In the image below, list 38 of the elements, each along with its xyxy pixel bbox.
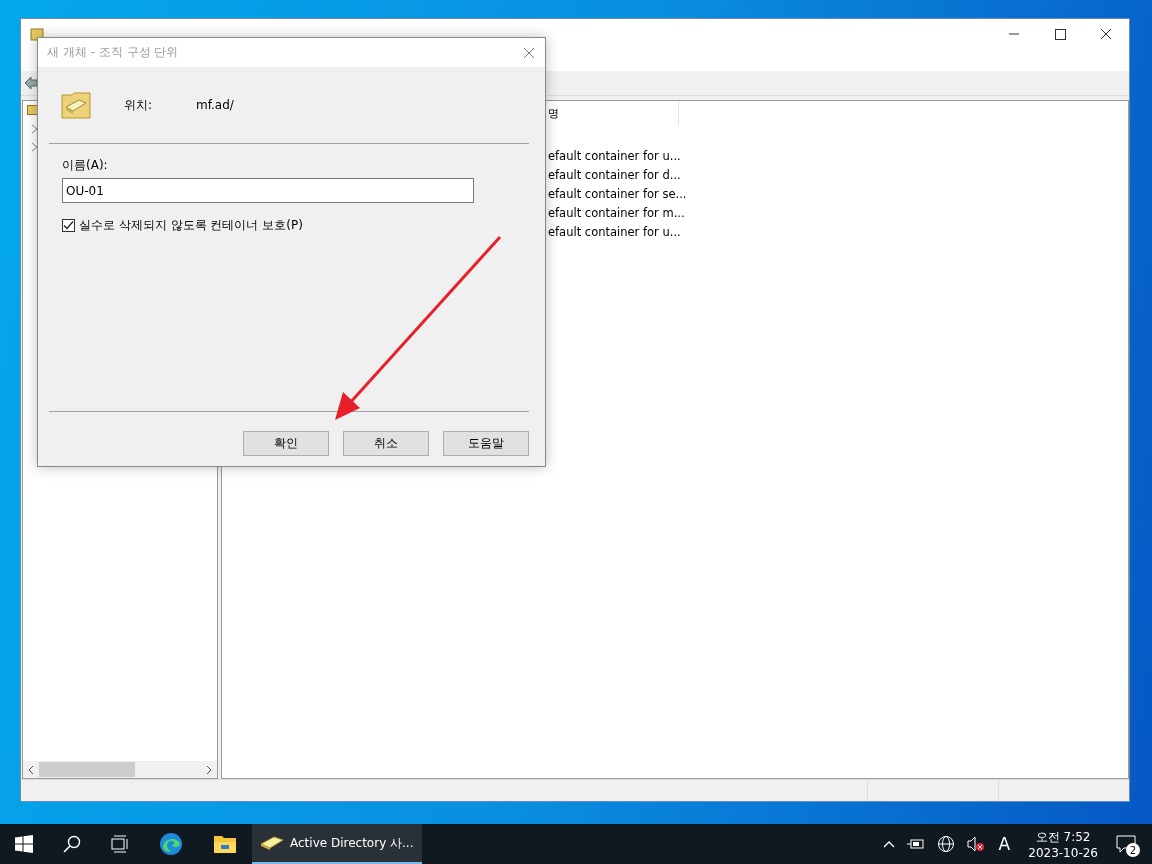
notification-icon[interactable] — [1116, 835, 1136, 853]
folder-icon — [61, 91, 91, 119]
table-cell-text: efault container for u... — [548, 224, 682, 241]
dialog-button[interactable]: 도움말 — [443, 431, 529, 456]
dialog-button[interactable]: 확인 — [243, 431, 329, 456]
dialog-title: 새 개체 - 조직 구성 단위 — [47, 44, 180, 61]
protect-checkbox-label[interactable]: 실수로 삭제되지 않도록 컨테이너 보호(P) — [79, 217, 303, 234]
column-header[interactable]: 명 — [548, 101, 679, 125]
protect-checkbox[interactable] — [62, 219, 75, 232]
close-button[interactable] — [522, 45, 536, 60]
taskbar-app-button[interactable]: Active Directory 사... — [252, 824, 422, 864]
name-input-field[interactable]: OU-01 — [62, 178, 474, 203]
notification-count: 2 — [1126, 843, 1140, 857]
dialog-button[interactable]: 취소 — [343, 431, 429, 456]
table-cell-text: efault container for d... — [548, 167, 682, 184]
location-value: mf.ad/ — [196, 98, 234, 112]
clock-time[interactable]: 오전 7:52 — [1035, 828, 1091, 846]
speaker-muted-icon[interactable] — [966, 836, 985, 852]
table-cell-text: efault container for m... — [548, 205, 686, 222]
browser-icon[interactable] — [159, 832, 183, 856]
table-cell-text: efault container for u... — [548, 148, 682, 165]
folder-icon[interactable] — [213, 834, 237, 854]
search-icon[interactable] — [63, 835, 81, 853]
horizontal-scrollbar[interactable] — [23, 761, 217, 778]
windows-logo-icon[interactable] — [15, 835, 33, 853]
task-view-icon[interactable] — [111, 835, 129, 853]
chevron-up-icon[interactable] — [882, 840, 895, 848]
clock-date[interactable]: 2023-10-26 — [1028, 845, 1098, 860]
app-icon — [260, 835, 284, 851]
table-cell-text: efault container for se... — [548, 186, 688, 203]
name-label: 이름(A): — [62, 157, 108, 174]
globe-icon[interactable] — [936, 835, 955, 853]
scrollbar-thumb[interactable] — [39, 762, 135, 777]
folder-icon — [30, 27, 44, 41]
battery-plug-icon[interactable] — [906, 838, 925, 850]
location-label: 위치: — [124, 96, 154, 114]
back-arrow-icon[interactable] — [24, 76, 38, 90]
input-indicator[interactable]: A — [998, 834, 1011, 854]
